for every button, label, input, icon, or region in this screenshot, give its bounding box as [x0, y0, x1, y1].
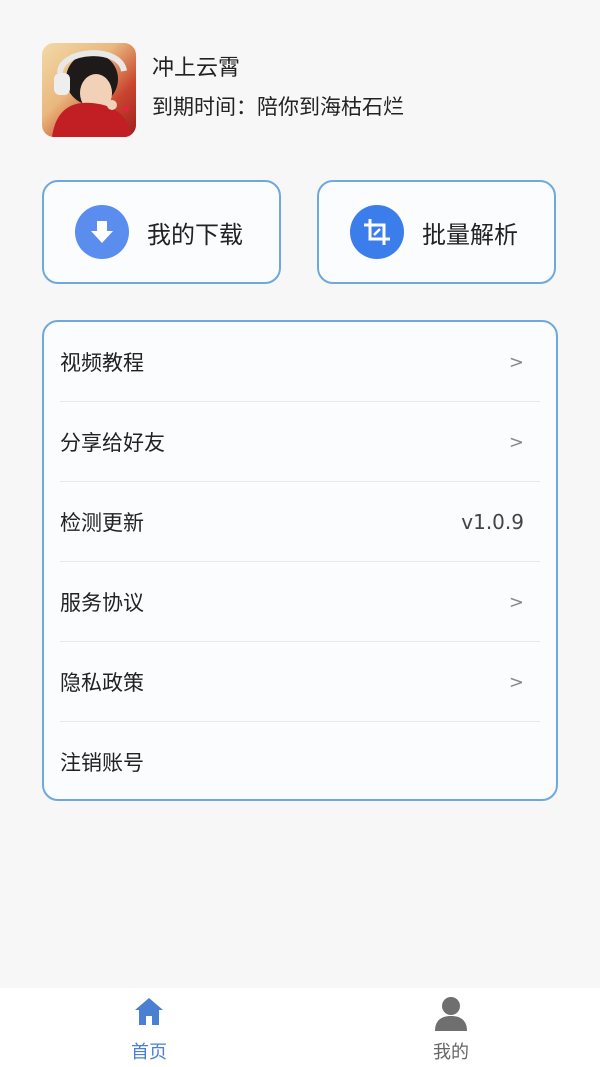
download-icon — [75, 205, 129, 259]
menu-item-label: 视频教程 — [60, 351, 144, 375]
menu-item-delete-account[interactable]: 注销账号 — [60, 722, 540, 802]
chevron-right-icon: > — [508, 591, 524, 613]
my-downloads-label: 我的下载 — [147, 220, 243, 249]
tab-home-label: 首页 — [131, 1042, 167, 1063]
menu-item-privacy[interactable]: 隐私政策 > — [60, 642, 540, 722]
home-icon — [135, 998, 163, 1025]
menu-item-label: 隐私政策 — [60, 671, 144, 695]
chevron-right-icon: > — [508, 351, 524, 373]
batch-parse-label: 批量解析 — [422, 220, 518, 249]
version-number: v1.0.9 — [461, 510, 524, 534]
tab-me-label: 我的 — [433, 1042, 469, 1063]
username: 冲上云霄 — [152, 56, 241, 81]
profile-header: 冲上云霄 到期时间：陪你到海枯石烂 — [42, 43, 404, 137]
menu-item-label: 分享给好友 — [60, 431, 165, 455]
avatar[interactable] — [42, 43, 136, 137]
tab-home[interactable]: 首页 — [89, 988, 209, 1067]
chevron-right-icon: > — [508, 431, 524, 453]
bottom-tab-bar: 首页 我的 — [0, 988, 600, 1067]
menu-item-label: 服务协议 — [60, 591, 144, 615]
menu-item-check-update[interactable]: 检测更新 v1.0.9 — [60, 482, 540, 562]
my-downloads-button[interactable]: 我的下载 — [42, 180, 281, 284]
batch-parse-button[interactable]: 批量解析 — [317, 180, 556, 284]
crop-icon — [350, 205, 404, 259]
user-icon — [435, 997, 467, 1031]
menu-item-video-tutorial[interactable]: 视频教程 > — [60, 322, 540, 402]
menu-item-terms[interactable]: 服务协议 > — [60, 562, 540, 642]
settings-menu: 视频教程 > 分享给好友 > 检测更新 v1.0.9 服务协议 > 隐私政策 >… — [42, 320, 558, 801]
expire-time: 到期时间：陪你到海枯石烂 — [152, 95, 404, 119]
chevron-right-icon: > — [508, 671, 524, 693]
tab-me[interactable]: 我的 — [391, 988, 511, 1067]
menu-item-label: 注销账号 — [60, 751, 144, 775]
menu-item-share[interactable]: 分享给好友 > — [60, 402, 540, 482]
menu-item-label: 检测更新 — [60, 511, 144, 535]
